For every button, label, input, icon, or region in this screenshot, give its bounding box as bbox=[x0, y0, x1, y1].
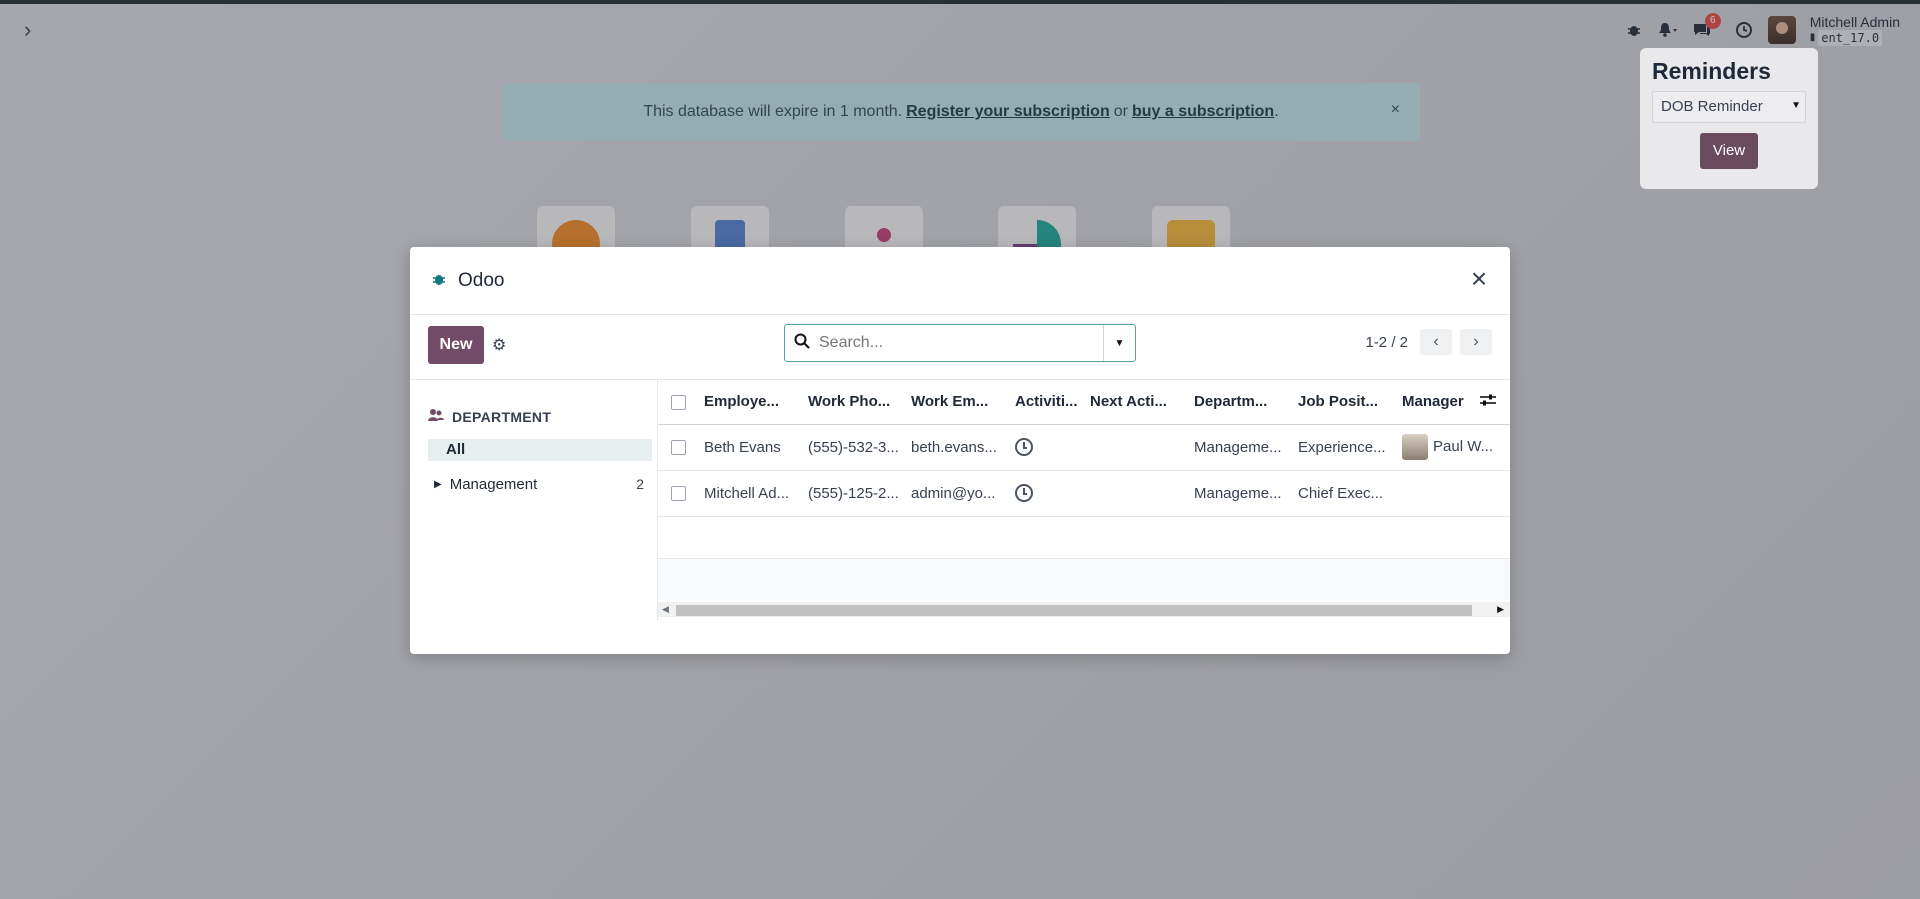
cell-activities[interactable] bbox=[1009, 470, 1084, 517]
select-all-checkbox[interactable] bbox=[670, 394, 686, 410]
searchpanel-item-label: Management bbox=[449, 475, 538, 493]
cell-work-phone[interactable]: (555)-532-3... bbox=[802, 424, 905, 471]
table-footer bbox=[658, 558, 1510, 600]
control-panel: New ⚙ ▼ 1-2 / 2 ‹ › bbox=[410, 315, 1510, 379]
cell-work-email[interactable]: admin@yo... bbox=[905, 470, 1009, 517]
cell-manager[interactable] bbox=[1396, 470, 1510, 517]
column-header[interactable]: Manager bbox=[1396, 380, 1480, 425]
optional-columns-toggle[interactable] bbox=[1480, 380, 1510, 425]
cell-job-position[interactable]: Chief Exec... bbox=[1292, 470, 1396, 517]
cell-department[interactable]: Manageme... bbox=[1188, 470, 1292, 517]
pager-value[interactable]: 1-2 / 2 bbox=[1365, 334, 1408, 351]
cell-employee-name[interactable]: Beth Evans bbox=[698, 424, 802, 471]
column-header[interactable]: Employe... bbox=[698, 380, 802, 425]
search-box: ▼ bbox=[784, 324, 1136, 362]
searchpanel-heading: DEPARTMENT bbox=[428, 408, 657, 425]
dialog-title: Odoo bbox=[458, 269, 505, 291]
row-select-cell bbox=[658, 470, 698, 517]
activity-clock-icon[interactable] bbox=[1015, 484, 1033, 503]
searchpanel-item-count: 2 bbox=[636, 476, 644, 492]
cell-activities[interactable] bbox=[1009, 424, 1084, 471]
column-header[interactable]: Departm... bbox=[1188, 380, 1292, 425]
employee-table: Employe... Work Pho... Work Em... Activi… bbox=[658, 380, 1510, 517]
sliders-icon[interactable] bbox=[1480, 393, 1496, 407]
searchpanel-title: DEPARTMENT bbox=[452, 408, 552, 425]
cell-next-activity[interactable] bbox=[1084, 424, 1188, 471]
cell-work-phone[interactable]: (555)-125-2... bbox=[802, 470, 905, 517]
select-dialog: Odoo × New ⚙ ▼ 1-2 / 2 ‹ › DEPARTMENT bbox=[410, 247, 1510, 654]
scroll-left-icon[interactable]: ◀ bbox=[662, 602, 669, 617]
search-options-toggle[interactable]: ▼ bbox=[1103, 325, 1135, 361]
scroll-right-icon[interactable]: ▶ bbox=[1497, 602, 1504, 617]
avatar bbox=[1402, 434, 1428, 460]
bug-icon bbox=[432, 272, 446, 290]
row-select-cell bbox=[658, 424, 698, 471]
search-icon bbox=[785, 333, 819, 354]
reminders-popover: Reminders DOB Reminder ▼ View bbox=[1640, 48, 1818, 189]
column-header[interactable]: Next Acti... bbox=[1084, 380, 1188, 425]
select-all-cell bbox=[658, 380, 698, 425]
dialog-body: DEPARTMENT All ▶ Management 2 Employe...… bbox=[410, 379, 1510, 620]
searchpanel-item-management[interactable]: ▶ Management 2 bbox=[428, 473, 652, 495]
pager: 1-2 / 2 ‹ › bbox=[1365, 329, 1492, 355]
new-button[interactable]: New bbox=[428, 326, 484, 364]
activity-clock-icon[interactable] bbox=[1015, 438, 1033, 457]
pager-next-button[interactable]: › bbox=[1460, 329, 1492, 355]
horizontal-scrollbar[interactable]: ◀ ▶ bbox=[658, 602, 1510, 617]
scrollbar-thumb[interactable] bbox=[676, 605, 1472, 616]
table-header-row: Employe... Work Pho... Work Em... Activi… bbox=[658, 380, 1510, 425]
pager-previous-button[interactable]: ‹ bbox=[1420, 329, 1452, 355]
cell-department[interactable]: Manageme... bbox=[1188, 424, 1292, 471]
manager-name: Paul W... bbox=[1433, 437, 1494, 455]
search-input[interactable] bbox=[819, 334, 1103, 352]
users-icon bbox=[428, 408, 444, 425]
list-view: Employe... Work Pho... Work Em... Activi… bbox=[658, 380, 1510, 620]
reminder-select-value: DOB Reminder bbox=[1661, 98, 1763, 115]
cell-job-position[interactable]: Experience... bbox=[1292, 424, 1396, 471]
reminder-select[interactable]: DOB Reminder ▼ bbox=[1652, 91, 1806, 123]
gear-icon[interactable]: ⚙ bbox=[492, 335, 506, 355]
caret-down-icon: ▼ bbox=[1791, 100, 1801, 111]
row-checkbox[interactable] bbox=[670, 440, 686, 456]
column-header[interactable]: Activiti... bbox=[1009, 380, 1084, 425]
column-header[interactable]: Work Pho... bbox=[802, 380, 905, 425]
column-header[interactable]: Work Em... bbox=[905, 380, 1009, 425]
cell-work-email[interactable]: beth.evans... bbox=[905, 424, 1009, 471]
table-row[interactable]: Beth Evans (555)-532-3... beth.evans... … bbox=[658, 424, 1510, 471]
row-checkbox[interactable] bbox=[670, 486, 686, 502]
caret-right-icon[interactable]: ▶ bbox=[434, 479, 442, 490]
close-icon[interactable]: × bbox=[1466, 265, 1492, 293]
column-header[interactable]: Job Posit... bbox=[1292, 380, 1396, 425]
view-button[interactable]: View bbox=[1700, 133, 1758, 169]
dialog-header: Odoo × bbox=[410, 247, 1510, 315]
reminders-title: Reminders bbox=[1652, 58, 1771, 84]
searchpanel-item-all[interactable]: All bbox=[428, 439, 652, 461]
department-searchpanel: DEPARTMENT All ▶ Management 2 bbox=[410, 380, 658, 620]
table-row[interactable]: Mitchell Ad... (555)-125-2... admin@yo..… bbox=[658, 470, 1510, 517]
cell-employee-name[interactable]: Mitchell Ad... bbox=[698, 470, 802, 517]
cell-next-activity[interactable] bbox=[1084, 470, 1188, 517]
cell-manager[interactable]: Paul W... bbox=[1396, 424, 1510, 471]
